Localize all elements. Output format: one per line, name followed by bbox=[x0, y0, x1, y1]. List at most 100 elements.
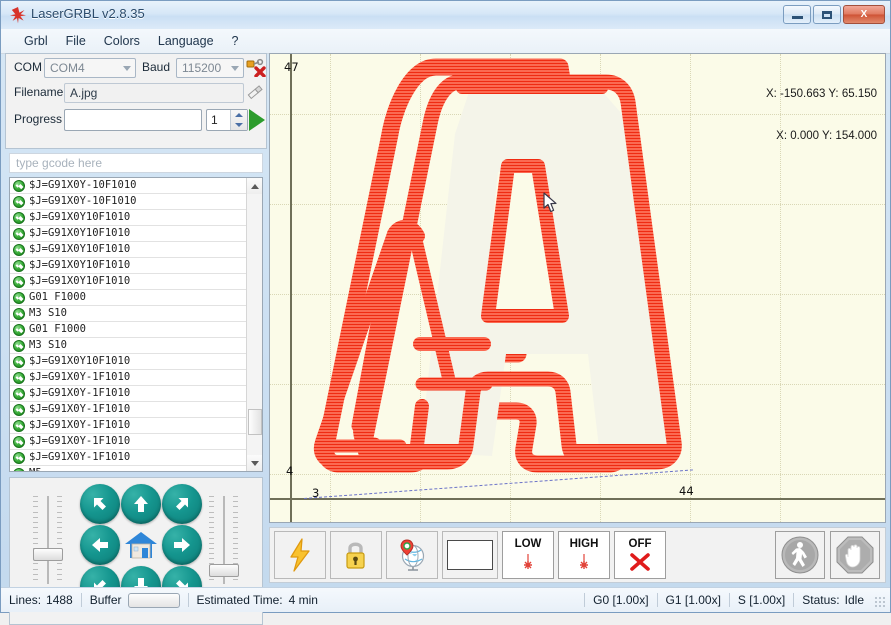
step-slider-thumb[interactable] bbox=[209, 564, 239, 577]
gcode-line-text: $J=G91X0Y-1F1010 bbox=[29, 386, 130, 401]
gcode-line-text: $J=G91X0Y10F1010 bbox=[29, 274, 130, 289]
stepper-up-icon[interactable] bbox=[235, 113, 243, 117]
estimated-time-value: 4 min bbox=[289, 593, 318, 607]
connect-disconnected-icon[interactable] bbox=[246, 57, 266, 80]
gcode-line-text: $J=G91X0Y10F1010 bbox=[29, 258, 130, 273]
gcode-line[interactable]: $J=G91X0Y-1F1010 bbox=[10, 370, 246, 386]
play-triangle-icon[interactable] bbox=[249, 109, 265, 131]
stop-hand-icon bbox=[835, 535, 875, 575]
green-check-icon bbox=[13, 180, 25, 192]
minimize-button[interactable] bbox=[783, 5, 811, 24]
gcode-line[interactable]: M5 bbox=[10, 466, 246, 471]
gcode-list-scrollbar[interactable] bbox=[246, 178, 262, 471]
stop-program-button[interactable] bbox=[830, 531, 880, 579]
homing-button[interactable] bbox=[386, 531, 438, 579]
baud-rate-value: 115200 bbox=[182, 61, 221, 75]
walking-man-icon bbox=[780, 535, 820, 575]
red-x-icon bbox=[629, 552, 651, 572]
run-program-button[interactable] bbox=[775, 531, 825, 579]
gcode-line[interactable]: $J=G91X0Y-10F1010 bbox=[10, 178, 246, 194]
gcode-line[interactable]: G01 F1000 bbox=[10, 290, 246, 306]
feed-slider-ticks-right bbox=[57, 496, 63, 584]
menu-grbl[interactable]: Grbl bbox=[15, 31, 57, 51]
gcode-list[interactable]: $J=G91X0Y-10F1010$J=G91X0Y-10F1010$J=G91… bbox=[9, 177, 263, 472]
gcode-line[interactable]: M3 S10 bbox=[10, 338, 246, 354]
buffer-label: Buffer bbox=[90, 593, 122, 607]
menu-bar: Grbl File Colors Language ? bbox=[1, 29, 890, 54]
gcode-line[interactable]: $J=G91X0Y10F1010 bbox=[10, 274, 246, 290]
unlock-button[interactable] bbox=[330, 531, 382, 579]
laser-off-label: OFF bbox=[629, 538, 652, 551]
lasergrbl-window: LaserGRBL v2.8.35 X Grbl File Colors Lan… bbox=[0, 0, 891, 613]
status-bar: Lines: 1488 Buffer Estimated Time: 4 min… bbox=[1, 587, 890, 612]
gcode-line[interactable]: $J=G91X0Y10F1010 bbox=[10, 210, 246, 226]
laser-off-button[interactable]: OFF bbox=[614, 531, 666, 579]
gcode-line[interactable]: $J=G91X0Y-1F1010 bbox=[10, 402, 246, 418]
gcode-line[interactable]: $J=G91X0Y10F1010 bbox=[10, 226, 246, 242]
gcode-line[interactable]: $J=G91X0Y10F1010 bbox=[10, 354, 246, 370]
gcode-line[interactable]: $J=G91X0Y-10F1010 bbox=[10, 194, 246, 210]
green-check-icon bbox=[13, 404, 25, 416]
g0-override: G0 [1.00x] bbox=[593, 593, 648, 607]
menu-colors[interactable]: Colors bbox=[95, 31, 149, 51]
connection-panel: COM COM4 Baud 115200 bbox=[5, 53, 267, 149]
preview-canvas[interactable]: X: -150.663 Y: 65.150 X: 0.000 Y: 154.00… bbox=[269, 53, 886, 523]
laser-high-label: HIGH bbox=[570, 538, 599, 551]
frame-button[interactable] bbox=[442, 531, 498, 579]
maximize-button[interactable] bbox=[813, 5, 841, 24]
feed-slider-thumb[interactable] bbox=[33, 548, 63, 561]
jog-up-right-button[interactable] bbox=[162, 484, 202, 524]
jog-up-button[interactable] bbox=[121, 484, 161, 524]
g1-override: G1 [1.00x] bbox=[666, 593, 721, 607]
menu-help[interactable]: ? bbox=[223, 31, 248, 51]
chevron-down-icon bbox=[231, 66, 239, 71]
gcode-line-text: M5 bbox=[29, 466, 42, 471]
green-check-icon bbox=[13, 196, 25, 208]
resize-grip-icon[interactable] bbox=[874, 596, 886, 608]
progress-bar bbox=[64, 109, 202, 131]
gcode-line-text: $J=G91X0Y10F1010 bbox=[29, 210, 130, 225]
jog-up-left-button[interactable] bbox=[80, 484, 120, 524]
menu-file[interactable]: File bbox=[57, 31, 95, 51]
laser-low-button[interactable]: LOW bbox=[502, 531, 554, 579]
jog-right-button[interactable] bbox=[162, 525, 202, 565]
reset-button[interactable] bbox=[274, 531, 326, 579]
gcode-input[interactable]: type gcode here bbox=[9, 153, 263, 173]
com-port-select[interactable]: COM4 bbox=[44, 58, 136, 78]
green-check-icon bbox=[13, 372, 25, 384]
laser-dot-icon bbox=[575, 553, 593, 573]
gcode-line[interactable]: $J=G91X0Y10F1010 bbox=[10, 258, 246, 274]
gcode-line[interactable]: $J=G91X0Y10F1010 bbox=[10, 242, 246, 258]
stepper-down-icon[interactable] bbox=[235, 123, 243, 127]
menu-language[interactable]: Language bbox=[149, 31, 223, 51]
scroll-up-button[interactable] bbox=[247, 178, 263, 194]
green-check-icon bbox=[13, 228, 25, 240]
jog-left-button[interactable] bbox=[80, 525, 120, 565]
chevron-up-icon bbox=[251, 184, 259, 189]
laser-high-button[interactable]: HIGH bbox=[558, 531, 610, 579]
stepper-arrows[interactable] bbox=[230, 110, 247, 130]
status-value: Idle bbox=[845, 593, 864, 607]
repeat-count-stepper[interactable]: 1 bbox=[206, 109, 248, 131]
baud-rate-select[interactable]: 115200 bbox=[176, 58, 244, 78]
gcode-line[interactable]: G01 F1000 bbox=[10, 322, 246, 338]
scroll-down-button[interactable] bbox=[247, 455, 263, 471]
lines-value: 1488 bbox=[46, 593, 73, 607]
gcode-lines-container: $J=G91X0Y-10F1010$J=G91X0Y-10F1010$J=G91… bbox=[10, 178, 246, 471]
scrollbar-thumb[interactable] bbox=[248, 409, 262, 435]
gcode-line[interactable]: $J=G91X0Y-1F1010 bbox=[10, 450, 246, 466]
gcode-line[interactable]: $J=G91X0Y-1F1010 bbox=[10, 418, 246, 434]
green-check-icon bbox=[13, 388, 25, 400]
gcode-line[interactable]: $J=G91X0Y-1F1010 bbox=[10, 434, 246, 450]
feed-slider[interactable] bbox=[24, 492, 72, 588]
step-slider[interactable] bbox=[200, 492, 248, 588]
gcode-line[interactable]: $J=G91X0Y-1F1010 bbox=[10, 386, 246, 402]
green-check-icon bbox=[13, 244, 25, 256]
green-check-icon bbox=[13, 356, 25, 368]
pencil-eraser-icon[interactable] bbox=[246, 83, 264, 104]
gcode-line-text: $J=G91X0Y-1F1010 bbox=[29, 450, 130, 465]
close-button[interactable]: X bbox=[843, 5, 885, 24]
laser-low-label: LOW bbox=[515, 538, 542, 551]
jog-home-button[interactable] bbox=[121, 525, 161, 565]
gcode-line[interactable]: M3 S10 bbox=[10, 306, 246, 322]
